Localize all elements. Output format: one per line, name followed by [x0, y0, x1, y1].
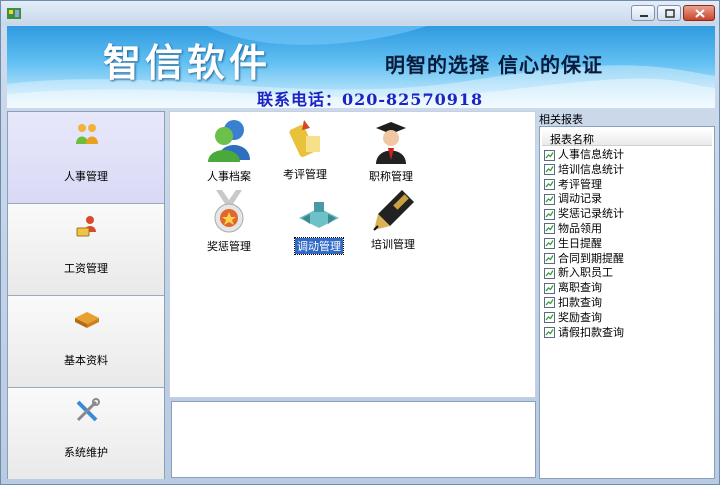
transfer-icon — [299, 202, 339, 228]
report-chart-icon — [544, 223, 555, 235]
report-chart-icon — [544, 297, 555, 309]
report-item-label: 奖惩记录统计 — [558, 207, 624, 221]
report-chart-icon — [544, 149, 555, 161]
evaluation-icon — [289, 120, 320, 157]
module-label: 人事档案 — [207, 170, 251, 183]
module-label: 考评管理 — [283, 168, 327, 181]
sidebar-item-salary[interactable]: 工资管理 — [8, 204, 164, 296]
tools-icon — [76, 398, 100, 422]
banner-slogan: 明智的选择 信心的保证 — [385, 53, 603, 77]
report-item-label: 请假扣款查询 — [558, 325, 624, 339]
report-item[interactable]: 培训信息统计 — [544, 163, 624, 178]
report-item[interactable]: 考评管理 — [544, 178, 624, 193]
sidebar-item-label: 系统维护 — [64, 446, 108, 459]
report-item-label: 培训信息统计 — [558, 162, 624, 176]
minimize-icon — [640, 15, 648, 17]
report-chart-icon — [544, 208, 555, 220]
module-personnel-files[interactable]: 人事档案 — [190, 116, 268, 184]
salary-icon — [76, 216, 96, 237]
report-item-label: 新入职员工 — [558, 266, 613, 280]
maximize-button[interactable] — [657, 5, 681, 21]
report-chart-icon — [544, 193, 555, 205]
report-chart-icon — [544, 282, 555, 294]
module-label: 奖惩管理 — [207, 240, 251, 253]
report-item-label: 物品领用 — [558, 221, 602, 235]
report-chart-icon — [544, 267, 555, 279]
description-box[interactable] — [171, 401, 536, 478]
banner-title: 智信软件 — [103, 40, 272, 85]
report-item[interactable]: 奖惩记录统计 — [544, 207, 624, 222]
banner: 智信软件 明智的选择 信心的保证 联系电话：020-82570918 — [7, 26, 715, 108]
report-item-label: 生日提醒 — [558, 236, 602, 250]
report-chart-icon — [544, 253, 555, 265]
module-label: 培训管理 — [371, 238, 415, 251]
report-item[interactable]: 请假扣款查询 — [544, 326, 624, 341]
module-label: 职称管理 — [369, 170, 413, 183]
report-item[interactable]: 人事信息统计 — [544, 148, 624, 163]
report-chart-icon — [544, 238, 555, 250]
close-button[interactable] — [683, 5, 715, 21]
app-window: 智信软件 明智的选择 信心的保证 联系电话：020-82570918 人事管理 … — [0, 0, 720, 485]
sidebar-item-personnel[interactable]: 人事管理 — [8, 112, 164, 204]
report-item[interactable]: 扣款查询 — [544, 296, 624, 311]
report-item[interactable]: 合同到期提醒 — [544, 252, 624, 267]
report-list-panel: 报表名称 人事信息统计 培训信息统计 考评管理 调动记录 奖惩记录统计 物品领用 生日提醒合… — [539, 126, 715, 479]
report-column-header[interactable]: 报表名称 — [542, 130, 712, 146]
app-icon — [7, 8, 21, 19]
report-chart-icon — [544, 327, 555, 339]
report-item-label: 离职查询 — [558, 281, 602, 295]
sidebar-item-basic-data[interactable]: 基本资料 — [8, 296, 164, 388]
report-item-label: 人事信息统计 — [558, 148, 624, 161]
module-titles[interactable]: 职称管理 — [352, 116, 430, 184]
sidebar-item-label: 工资管理 — [64, 262, 108, 275]
book-icon — [75, 312, 99, 328]
user-profile-icon — [208, 120, 250, 162]
close-icon — [695, 9, 705, 18]
report-item-label: 考评管理 — [558, 177, 602, 191]
report-item-label: 合同到期提醒 — [558, 251, 624, 265]
report-item[interactable]: 物品领用 — [544, 222, 624, 237]
people-icon — [76, 124, 98, 144]
contact-phone: 联系电话：020-82570918 — [257, 90, 484, 108]
module-training[interactable]: 培训管理 — [354, 186, 432, 252]
medal-icon — [214, 190, 244, 233]
sidebar-item-label: 基本资料 — [64, 354, 108, 367]
minimize-button[interactable] — [631, 5, 655, 21]
pen-icon — [373, 190, 414, 231]
module-rewards[interactable]: 奖惩管理 — [190, 188, 268, 254]
report-item[interactable]: 奖励查询 — [544, 311, 624, 326]
reports-title: 相关报表 — [539, 113, 583, 126]
module-panel: 人事档案 考评管理 职称管理 奖惩管理 调动管理 培训管理 — [169, 111, 536, 398]
report-chart-icon — [544, 179, 555, 191]
title-bar[interactable] — [1, 1, 719, 25]
sidebar-item-label: 人事管理 — [64, 170, 108, 183]
report-item[interactable]: 新入职员工 — [544, 266, 624, 281]
graduate-icon — [376, 122, 406, 164]
report-chart-icon — [544, 312, 555, 324]
sidebar-item-system[interactable]: 系统维护 — [8, 388, 164, 479]
sidebar: 人事管理 工资管理 基本资料 系统维护 — [7, 111, 165, 479]
module-transfer[interactable]: 调动管理 — [280, 196, 358, 255]
report-item-label: 扣款查询 — [558, 295, 602, 309]
report-chart-icon — [544, 164, 555, 176]
module-label: 调动管理 — [294, 237, 344, 255]
module-evaluation[interactable]: 考评管理 — [266, 116, 344, 182]
report-column-header-label: 报表名称 — [550, 133, 594, 146]
report-item[interactable]: 调动记录 — [544, 192, 624, 207]
report-item[interactable]: 离职查询 — [544, 281, 624, 296]
maximize-icon — [665, 9, 675, 18]
report-list: 人事信息统计 培训信息统计 考评管理 调动记录 奖惩记录统计 物品领用 生日提醒 合同到期提醒… — [544, 148, 624, 340]
report-item[interactable]: 生日提醒 — [544, 237, 624, 252]
report-item-label: 调动记录 — [558, 192, 602, 206]
report-item-label: 奖励查询 — [558, 310, 602, 324]
